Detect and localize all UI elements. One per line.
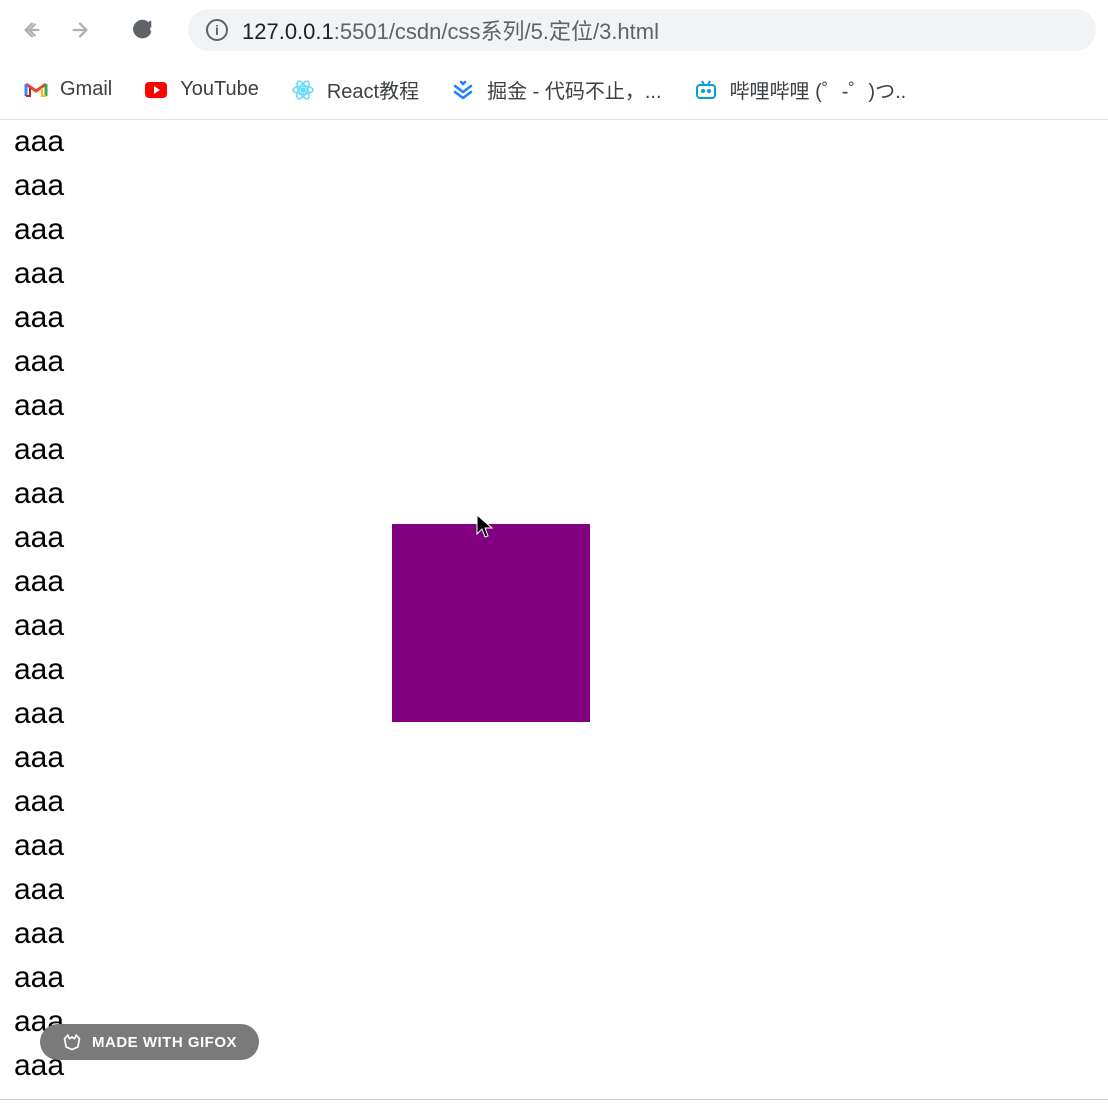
- gifox-badge: MADE WITH GIFOX: [40, 1024, 259, 1060]
- text-line: aaa: [14, 736, 1094, 780]
- page-content: aaaaaaaaaaaaaaaaaaaaaaaaaaaaaaaaaaaaaaaa…: [0, 120, 1108, 1116]
- url-port: :5501: [334, 19, 389, 44]
- bookmark-label: React教程: [327, 75, 419, 104]
- bookmark-label: 掘金 - 代码不止，...: [487, 75, 661, 104]
- text-line: aaa: [14, 824, 1094, 868]
- browser-toolbar: i 127.0.0.1:5501/csdn/css系列/5.定位/3.html: [0, 0, 1108, 60]
- text-line: aaa: [14, 296, 1094, 340]
- youtube-icon: [144, 78, 168, 102]
- gifox-label: MADE WITH GIFOX: [92, 1034, 237, 1051]
- forward-button[interactable]: [60, 10, 100, 50]
- back-arrow-icon: [21, 19, 43, 41]
- fixed-box: [392, 524, 590, 722]
- site-info-icon[interactable]: i: [206, 19, 228, 41]
- bookmark-bilibili[interactable]: 哔哩哔哩 (゜-゜)つ..: [694, 75, 907, 104]
- text-line: aaa: [14, 956, 1094, 1000]
- bottom-divider: [0, 1099, 1108, 1100]
- bilibili-icon: [694, 78, 718, 102]
- address-bar[interactable]: i 127.0.0.1:5501/csdn/css系列/5.定位/3.html: [188, 9, 1096, 51]
- bookmark-juejin[interactable]: 掘金 - 代码不止，...: [451, 75, 661, 104]
- reload-icon: [131, 19, 153, 41]
- bookmarks-bar: Gmail YouTube React教程 掘金 - 代码不止，... 哔哩哔哩…: [0, 60, 1108, 120]
- reload-button[interactable]: [122, 10, 162, 50]
- text-line: aaa: [14, 472, 1094, 516]
- bookmark-label: Gmail: [60, 78, 112, 101]
- bookmark-gmail[interactable]: Gmail: [24, 78, 112, 102]
- forward-arrow-icon: [69, 19, 91, 41]
- url-text: 127.0.0.1:5501/csdn/css系列/5.定位/3.html: [242, 14, 659, 46]
- text-line: aaa: [14, 780, 1094, 824]
- text-line: aaa: [14, 252, 1094, 296]
- url-host: 127.0.0.1: [242, 19, 334, 44]
- text-line: aaa: [14, 164, 1094, 208]
- bookmark-youtube[interactable]: YouTube: [144, 78, 259, 102]
- text-line: aaa: [14, 912, 1094, 956]
- bookmark-react[interactable]: React教程: [291, 75, 419, 104]
- text-line: aaa: [14, 340, 1094, 384]
- gifox-icon: [62, 1032, 82, 1052]
- bookmark-label: 哔哩哔哩 (゜-゜)つ..: [730, 75, 907, 104]
- react-icon: [291, 78, 315, 102]
- text-line: aaa: [14, 428, 1094, 472]
- text-line: aaa: [14, 868, 1094, 912]
- url-path: /csdn/css系列/5.定位/3.html: [389, 19, 659, 44]
- text-line: aaa: [14, 384, 1094, 428]
- text-line: aaa: [14, 208, 1094, 252]
- gmail-icon: [24, 78, 48, 102]
- juejin-icon: [451, 78, 475, 102]
- text-line: aaa: [14, 120, 1094, 164]
- back-button[interactable]: [12, 10, 52, 50]
- bookmark-label: YouTube: [180, 78, 259, 101]
